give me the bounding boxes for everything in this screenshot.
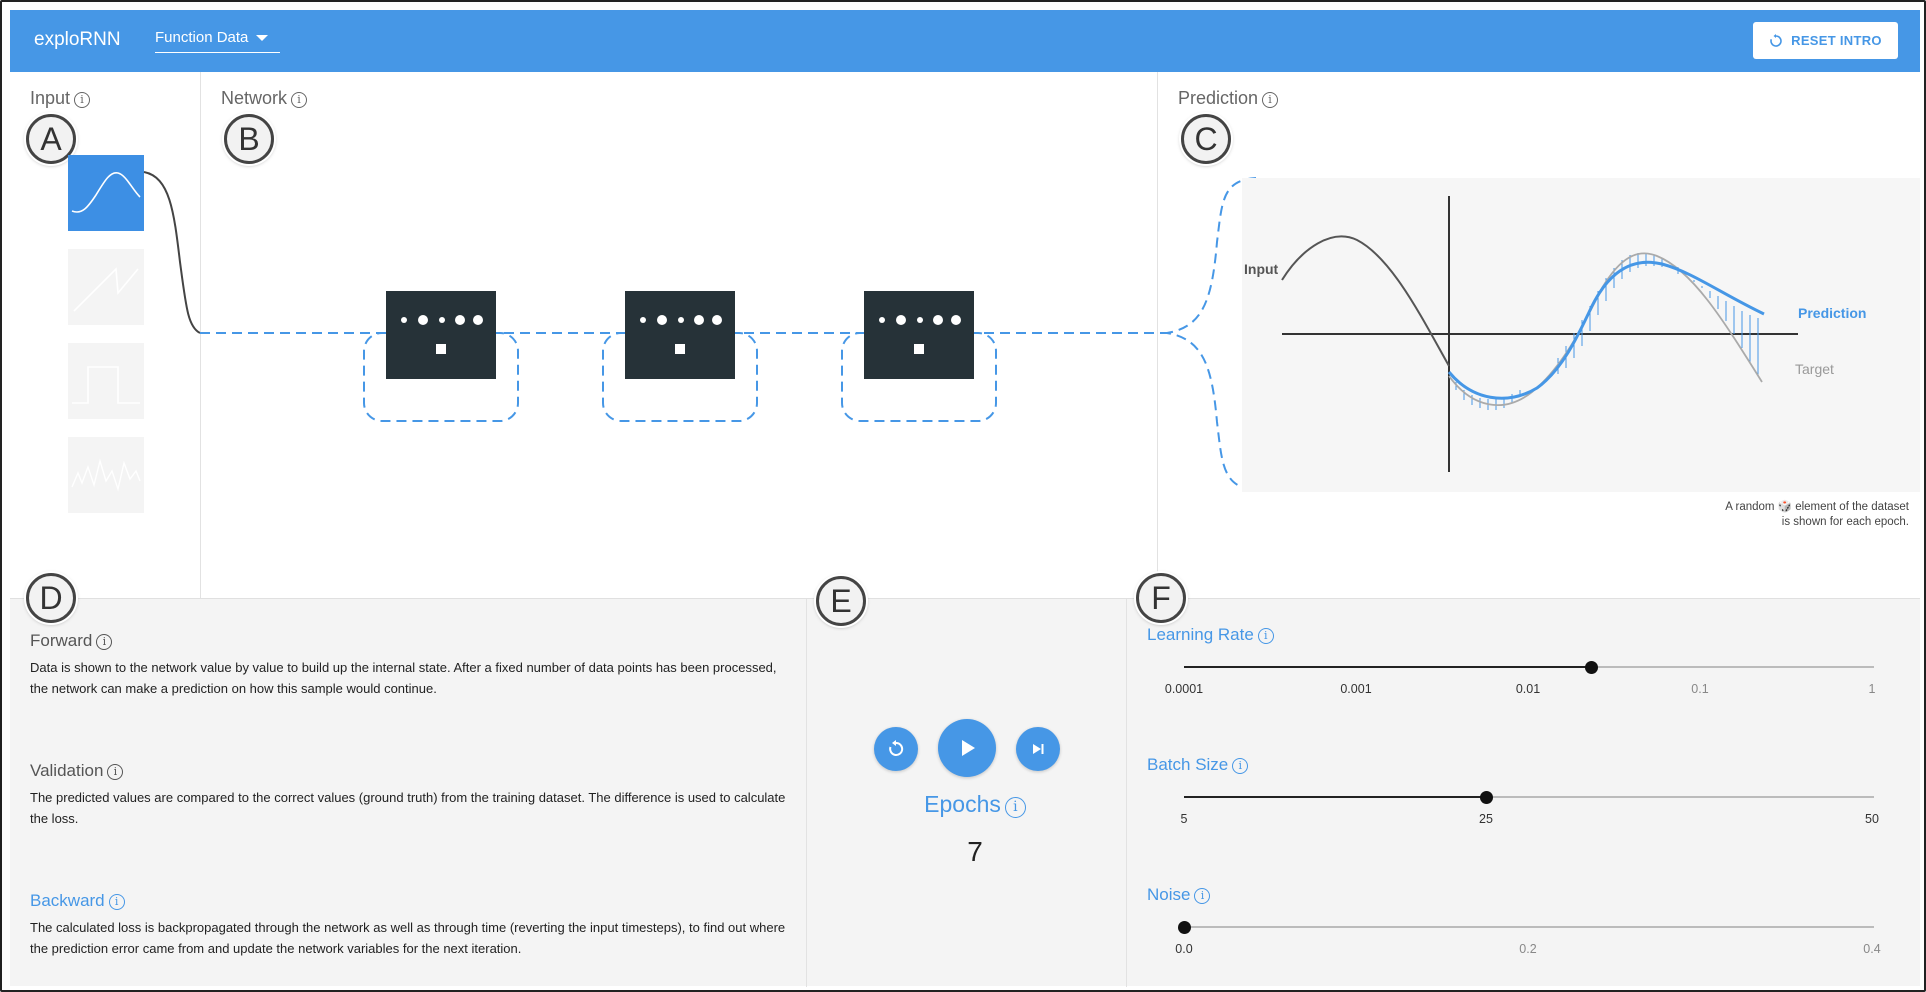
- play-icon: [962, 740, 975, 756]
- random-element-caption: A random 🎲 element of the dataset is sho…: [1725, 500, 1909, 530]
- noise-track[interactable]: [1184, 926, 1874, 928]
- prediction-title-text: Prediction: [1178, 88, 1259, 108]
- batch-size-title: Batch Size i: [1147, 755, 1249, 775]
- lstm-cell[interactable]: [864, 291, 974, 379]
- epochs-value: 7: [967, 836, 983, 867]
- info-icon[interactable]: i: [1262, 92, 1279, 108]
- learning-rate-title: Learning Rate i: [1147, 625, 1274, 645]
- caption-line-2: is shown for each epoch.: [1781, 516, 1909, 528]
- app-window: exploRNN Function Data RESET INTRO Input…: [0, 0, 1926, 992]
- batch-size-tick: 5: [1180, 812, 1188, 826]
- learning-rate-tick: 0.001: [1340, 682, 1372, 696]
- learning-rate-tick: 0.01: [1515, 682, 1541, 696]
- reset-icon: [889, 740, 904, 756]
- phase-forward-text: Data is shown to the network value by va…: [30, 660, 777, 696]
- info-icon[interactable]: i: [108, 894, 125, 910]
- noise-tick: 0.2: [1519, 942, 1537, 956]
- noise-tick: 0.0: [1175, 942, 1193, 956]
- epochs-label: Epochs i: [810, 791, 1140, 818]
- plot-prediction-label: Prediction: [1798, 305, 1866, 321]
- info-icon[interactable]: i: [1257, 628, 1274, 644]
- learning-rate-tick: 0.1: [1691, 682, 1709, 696]
- learning-rate-tick: 0.0001: [1164, 682, 1204, 696]
- phase-forward-title: Forward i: [30, 631, 790, 651]
- noise-tick: 0.4: [1863, 942, 1881, 956]
- phase-validation-title: Validation i: [30, 761, 790, 781]
- phase-backward: Backward i The calculated loss is backpro…: [30, 891, 790, 959]
- prediction-plot: Input Prediction Target: [1242, 178, 1920, 492]
- badge-e: E: [816, 576, 866, 626]
- bottom-panel: Forward i Data is shown to the network va…: [10, 598, 1920, 987]
- phase-forward: Forward i Data is shown to the network va…: [30, 631, 790, 699]
- badge-f: F: [1136, 573, 1186, 623]
- info-icon[interactable]: i: [1194, 888, 1211, 904]
- lstm-cell[interactable]: [625, 291, 735, 379]
- input-connector: [143, 171, 201, 334]
- phase-validation-text: The predicted values are compared to the…: [30, 790, 786, 826]
- skip-next-icon: [1033, 744, 1044, 754]
- noise-knob[interactable]: [1178, 921, 1191, 934]
- phase-backward-text: The calculated loss is backpropagated th…: [30, 920, 786, 956]
- phase-validation: Validation i The predicted values are com…: [30, 761, 790, 829]
- batch-size-knob[interactable]: [1480, 791, 1493, 804]
- batch-size-tick: 50: [1865, 812, 1879, 826]
- play-button[interactable]: [938, 719, 996, 777]
- phase-backward-title: Backward i: [30, 891, 790, 911]
- prediction-section-title: Prediction i: [1178, 88, 1279, 109]
- step-button[interactable]: [1016, 727, 1060, 771]
- phase-divider: [806, 599, 807, 987]
- info-icon[interactable]: i: [1232, 758, 1249, 774]
- info-icon[interactable]: i: [96, 634, 113, 650]
- plot-target-label: Target: [1795, 361, 1834, 377]
- info-icon[interactable]: i: [107, 764, 124, 780]
- batch-size-fill: [1184, 796, 1486, 798]
- learning-rate-knob[interactable]: [1585, 661, 1599, 674]
- learning-rate-fill: [1184, 666, 1592, 668]
- info-icon[interactable]: i: [1004, 797, 1026, 818]
- badge-d: D: [26, 573, 76, 623]
- reset-training-button[interactable]: [874, 727, 918, 771]
- noise-title: Noise i: [1147, 885, 1211, 905]
- lstm-cell[interactable]: [386, 291, 496, 379]
- batch-size-tick: 25: [1479, 812, 1493, 826]
- learning-rate-tick: 1: [1868, 682, 1876, 696]
- plot-input-label: Input: [1244, 261, 1279, 277]
- badge-c: C: [1181, 114, 1231, 164]
- caption-line-1: A random 🎲 element of the dataset: [1725, 501, 1909, 513]
